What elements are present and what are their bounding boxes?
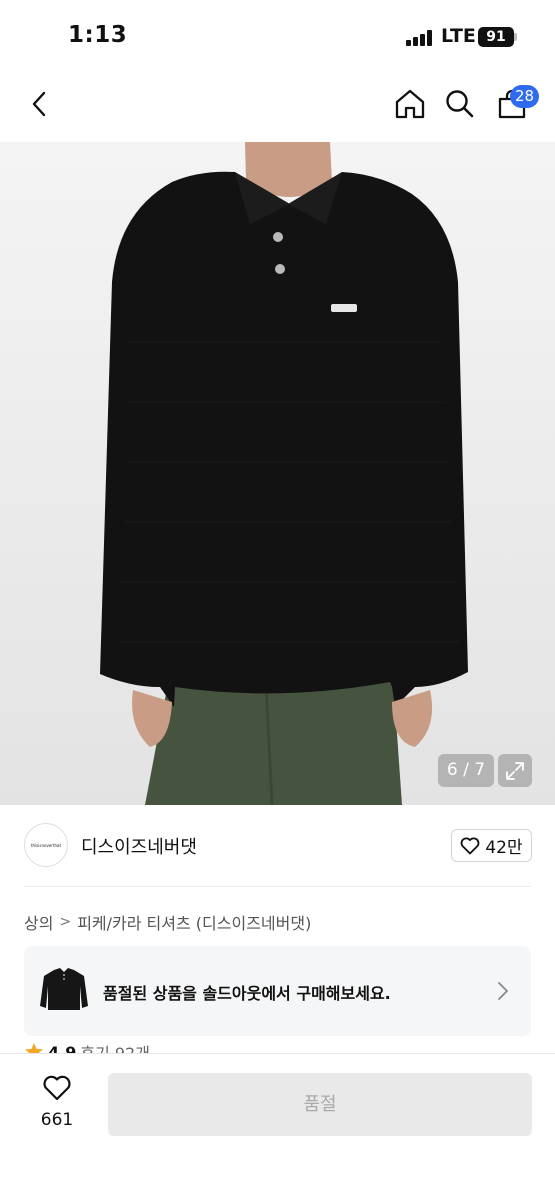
status-time: 1:13 — [68, 22, 128, 48]
soldout-banner-text: 품절된 상품을 솔드아웃에서 구매해보세요. — [103, 984, 391, 1003]
signal-icon — [406, 30, 434, 46]
heart-icon — [460, 837, 480, 854]
image-counter: 6 / 7 — [438, 754, 494, 787]
bottom-action-bar: 661 품절 — [0, 1053, 555, 1200]
heart-icon — [43, 1075, 71, 1101]
search-button[interactable] — [440, 84, 480, 124]
chevron-left-icon — [32, 91, 46, 117]
chevron-right-icon: > — [59, 914, 72, 930]
search-icon — [446, 90, 474, 118]
cart-count-badge: 28 — [510, 85, 539, 108]
brand-name[interactable]: 디스이즈네버댓 — [81, 833, 197, 859]
brand-row: thisisneverthat 디스이즈네버댓 42만 — [0, 805, 555, 887]
network-type: LTE — [441, 25, 476, 47]
top-nav — [0, 70, 555, 142]
expand-image-button[interactable] — [498, 754, 532, 787]
status-bar: 1:13 LTE 91 — [0, 0, 555, 70]
sweater-thumbnail — [40, 968, 88, 1010]
battery-tip — [514, 33, 517, 41]
sold-out-button[interactable]: 품절 — [108, 1073, 532, 1136]
product-photo — [100, 142, 468, 805]
brand-logo-text: thisisneverthat — [30, 842, 62, 848]
home-icon — [395, 89, 425, 119]
home-button[interactable] — [390, 84, 430, 124]
expand-icon — [506, 761, 524, 780]
divider — [24, 886, 531, 887]
breadcrumb: 상의 > 피케/카라 티셔츠 (디스이즈네버댓) — [24, 910, 311, 934]
brand-like-count: 42만 — [485, 838, 523, 858]
wishlist-count: 661 — [40, 1110, 74, 1130]
product-image[interactable] — [0, 142, 555, 805]
breadcrumb-item[interactable]: 상의 — [24, 910, 53, 934]
battery-icon: 91 — [478, 27, 514, 47]
brand-logo[interactable]: thisisneverthat — [24, 823, 68, 867]
soldout-banner[interactable]: 품절된 상품을 솔드아웃에서 구매해보세요. — [24, 946, 531, 1036]
breadcrumb-item[interactable]: 피케/카라 티셔츠 (디스이즈네버댓) — [77, 910, 311, 934]
brand-like-button[interactable]: 42만 — [451, 829, 532, 862]
chevron-right-icon — [498, 982, 508, 1000]
back-button[interactable] — [20, 84, 60, 124]
wishlist-button[interactable]: 661 — [30, 1074, 84, 1130]
